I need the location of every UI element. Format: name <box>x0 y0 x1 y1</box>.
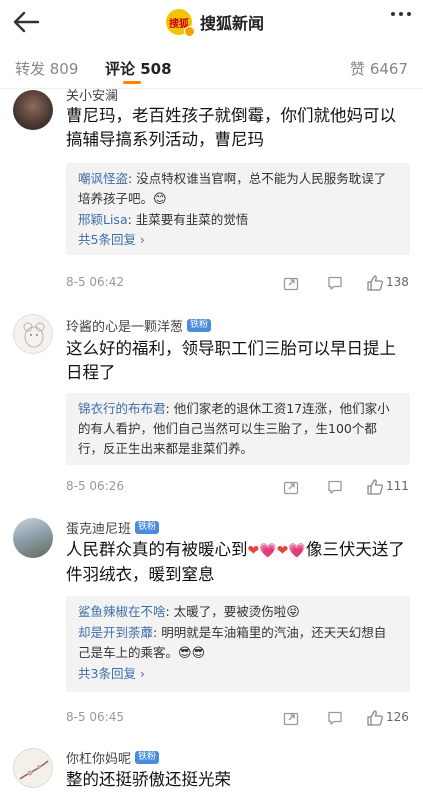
account-name: 搜狐新闻 <box>200 14 265 33</box>
share-icon <box>283 277 299 291</box>
view-replies-link[interactable]: 共5条回复 › <box>78 230 398 250</box>
branch-avatar-icon <box>19 760 49 780</box>
comment-time: 8-5 06:42 <box>66 275 124 289</box>
pink-heart-icon: 💗 <box>259 543 277 559</box>
fan-badge: 铁粉 <box>135 751 160 764</box>
reply-item: 邢颖Lisa: 韭菜要有韭菜的觉悟 <box>78 210 398 230</box>
comment-icon <box>328 480 342 494</box>
comment-meta: 8-5 06:42 138 <box>66 272 410 294</box>
comment-username[interactable]: 你杠你妈呢 铁粉 <box>66 748 160 767</box>
fan-badge: 铁粉 <box>187 319 212 332</box>
share-button[interactable] <box>280 476 302 498</box>
dot-icon <box>391 12 395 16</box>
share-icon <box>283 712 299 726</box>
reply-username[interactable]: 嘲讽怪盗 <box>78 171 128 186</box>
tongue-emoji-icon: 😝 <box>286 605 300 620</box>
reply-item: 嘲讽怪盗: 没点特权谁当官啊，总不能为人民服务耽误了培养孩子吧。😊 <box>78 169 398 210</box>
smile-emoji-icon: 😊 <box>153 192 167 207</box>
share-icon <box>283 481 299 495</box>
comment-username[interactable]: 关小安澜 <box>66 85 118 104</box>
avatar[interactable] <box>13 90 53 130</box>
like-count: 138 <box>386 275 409 289</box>
thumbs-up-icon <box>367 710 383 726</box>
comment-text-part: 人民群众真的有被暖心到 <box>66 540 248 559</box>
red-heart-icon: ❤ <box>247 543 260 559</box>
comment-text[interactable]: 曹尼玛，老百姓孩子就倒霉，你们就他妈可以搞辅导搞系列活动，曹尼玛 <box>66 104 406 152</box>
avatar[interactable] <box>13 518 53 558</box>
dot-icon <box>399 12 403 16</box>
dot-icon <box>407 12 411 16</box>
comment-item: 关小安澜 曹尼玛，老百姓孩子就倒霉，你们就他妈可以搞辅导搞系列活动，曹尼玛 嘲讽… <box>0 89 423 304</box>
tab-like[interactable]: 赞 6467 <box>350 58 408 79</box>
like-count: 126 <box>386 710 409 724</box>
reply-text: : 韭菜要有韭菜的觉悟 <box>127 212 249 227</box>
username-text: 你杠你妈呢 <box>66 752 132 767</box>
comment-time: 8-5 06:45 <box>66 710 124 724</box>
username-text: 蛋克迪尼班 <box>66 522 132 537</box>
thumbs-up-icon <box>367 275 383 291</box>
reply-item: 却是开到荼蘼: 明明就是车油箱里的汽油，还天天幻想自己是车上的乘客。😎😎 <box>78 623 398 664</box>
like-count: 111 <box>386 479 409 493</box>
tab-comment[interactable]: 评论 508 <box>105 58 172 79</box>
reply-button[interactable] <box>324 272 346 294</box>
reply-username[interactable]: 邢颖Lisa <box>78 212 128 227</box>
comment-item: 蛋克迪尼班 铁粉 人民群众真的有被暖心到❤💗❤💗像三伏天送了件羽绒衣，暖到窒息 … <box>0 504 423 734</box>
reply-box[interactable]: 嘲讽怪盗: 没点特权谁当官啊，总不能为人民服务耽误了培养孩子吧。😊 邢颖Lisa… <box>66 163 410 255</box>
account-header[interactable]: 搜狐 搜狐新闻 <box>166 8 265 37</box>
top-bar: 搜狐 搜狐新闻 <box>0 0 423 44</box>
reply-item: 锦衣行的布布君: 他们家老的退休工资17连涨，他们家小的有人看护，他们自己当然可… <box>78 399 398 459</box>
comment-username[interactable]: 蛋克迪尼班 铁粉 <box>66 518 160 537</box>
comment-time: 8-5 06:26 <box>66 479 124 493</box>
sohu-logo: 搜狐 <box>166 9 195 37</box>
reply-username[interactable]: 却是开到荼蘼 <box>78 625 153 640</box>
like-button[interactable] <box>364 707 386 729</box>
like-button[interactable] <box>364 272 386 294</box>
username-text: 玲酱的心是一颗洋葱 <box>66 320 184 335</box>
tab-repost[interactable]: 转发 809 <box>15 58 78 79</box>
reply-box[interactable]: 锦衣行的布布君: 他们家老的退休工资17连涨，他们家小的有人看护，他们自己当然可… <box>66 393 410 465</box>
verified-badge-icon <box>184 26 195 37</box>
pink-heart-icon: 💗 <box>288 543 306 559</box>
comment-text[interactable]: 这么好的福利，领导职工们三胎可以早日提上日程了 <box>66 337 406 385</box>
view-replies-link[interactable]: 共3条回复 › <box>78 664 398 684</box>
share-button[interactable] <box>280 707 302 729</box>
reply-box[interactable]: 鲨鱼辣椒在不啥: 太暖了，要被烫伤啦😝 却是开到荼蘼: 明明就是车油箱里的汽油，… <box>66 596 410 692</box>
back-arrow-icon <box>13 11 40 33</box>
avatar[interactable] <box>13 748 53 788</box>
comment-item: 玲酱的心是一颗洋葱 铁粉 这么好的福利，领导职工们三胎可以早日提上日程了 锦衣行… <box>0 304 423 504</box>
comment-item: 你杠你妈呢 铁粉 整的还挺骄傲还挺光荣 <box>0 734 423 800</box>
like-button[interactable] <box>364 476 386 498</box>
more-options-button[interactable] <box>391 12 411 16</box>
reply-username[interactable]: 鲨鱼辣椒在不啥 <box>78 604 166 619</box>
bear-avatar-icon <box>23 322 45 348</box>
comment-icon <box>328 276 342 290</box>
back-button[interactable] <box>8 4 44 40</box>
comment-username[interactable]: 玲酱的心是一颗洋葱 铁粉 <box>66 316 212 335</box>
comment-text[interactable]: 人民群众真的有被暖心到❤💗❤💗像三伏天送了件羽绒衣，暖到窒息 <box>66 538 406 587</box>
comment-text[interactable]: 整的还挺骄傲还挺光荣 <box>66 768 406 792</box>
avatar[interactable] <box>13 314 53 354</box>
reply-button[interactable] <box>324 707 346 729</box>
comment-meta: 8-5 06:45 126 <box>66 707 410 729</box>
red-heart-icon: ❤ <box>276 543 289 559</box>
reply-item: 鲨鱼辣椒在不啥: 太暖了，要被烫伤啦😝 <box>78 602 398 623</box>
thumbs-up-icon <box>367 479 383 495</box>
active-tab-indicator <box>123 81 141 84</box>
sunglasses-emoji-icon: 😎😎 <box>178 646 206 661</box>
reply-button[interactable] <box>324 476 346 498</box>
username-text: 关小安澜 <box>66 89 119 104</box>
reply-text: : 太暖了，要被烫伤啦 <box>165 604 287 619</box>
fan-badge: 铁粉 <box>135 521 160 534</box>
reply-username[interactable]: 锦衣行的布布君 <box>78 401 166 416</box>
share-button[interactable] <box>280 272 302 294</box>
comment-meta: 8-5 06:26 111 <box>66 476 410 498</box>
tab-bar: 转发 809 评论 508 赞 6467 <box>0 50 423 88</box>
comment-icon <box>328 711 342 725</box>
